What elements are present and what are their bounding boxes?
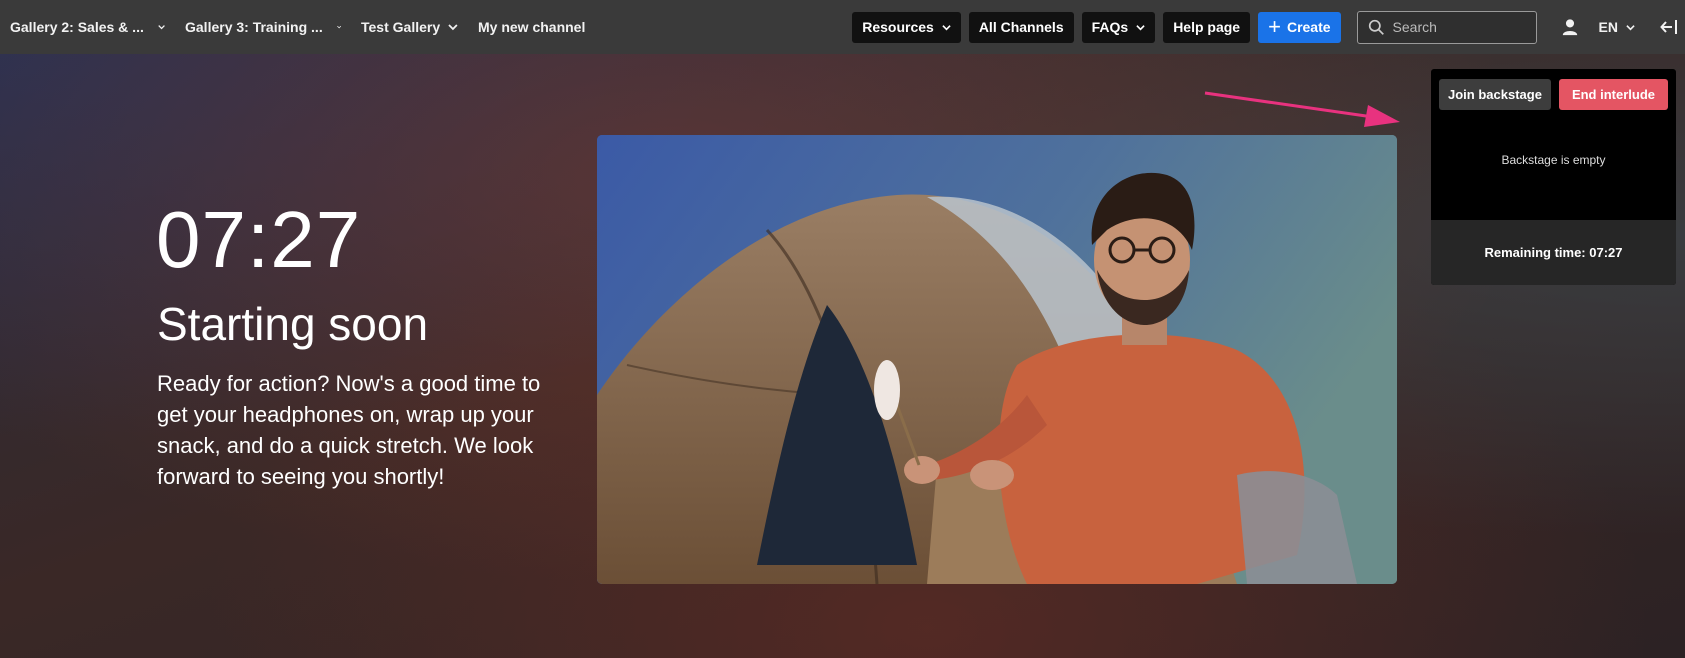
nav-item-label: Test Gallery — [361, 19, 441, 35]
search-input[interactable] — [1392, 19, 1523, 35]
language-label: EN — [1598, 19, 1618, 35]
search-icon — [1368, 19, 1384, 35]
chevron-down-icon — [942, 24, 951, 30]
nav-item-gallery-3[interactable]: Gallery 3: Training ... — [175, 0, 351, 54]
chevron-down-icon — [336, 25, 341, 29]
nav-item-label: Gallery 3: Training ... — [185, 19, 323, 35]
chevron-down-icon — [1136, 24, 1145, 30]
top-navigation-bar: Gallery 2: Sales & ... Gallery 3: Traini… — [0, 0, 1685, 54]
plus-icon: + — [1268, 14, 1281, 39]
help-page-button[interactable]: Help page — [1163, 11, 1251, 43]
create-button[interactable]: + Create — [1258, 11, 1341, 43]
interlude-headline: Starting soon — [157, 298, 429, 350]
backstage-actions: Join backstage End interlude — [1431, 69, 1676, 110]
chevron-down-icon — [158, 25, 165, 30]
resources-label: Resources — [862, 19, 934, 35]
backstage-panel: Join backstage End interlude Backstage i… — [1431, 69, 1676, 285]
video-frame-illustration — [597, 135, 1397, 584]
all-channels-button[interactable]: All Channels — [968, 11, 1074, 43]
chevron-down-icon — [1626, 24, 1635, 30]
interlude-message: Ready for action? Now's a good time to g… — [157, 371, 541, 489]
nav-item-label: Gallery 2: Sales & ... — [10, 19, 144, 35]
end-interlude-button[interactable]: End interlude — [1558, 79, 1668, 110]
join-backstage-button[interactable]: Join backstage — [1439, 79, 1551, 110]
nav-item-test-gallery[interactable]: Test Gallery — [351, 0, 468, 54]
help-page-label: Help page — [1173, 19, 1241, 35]
nav-item-gallery-2[interactable]: Gallery 2: Sales & ... — [0, 0, 175, 54]
nav-actions: Resources All Channels FAQs Help page + … — [852, 0, 1685, 54]
all-channels-label: All Channels — [978, 19, 1064, 35]
faqs-button[interactable]: FAQs — [1081, 11, 1156, 43]
pointer-arrow — [1204, 91, 1400, 127]
countdown-timer: 07:27 — [156, 195, 362, 284]
nav-item-label: My new channel — [478, 19, 586, 35]
faqs-label: FAQs — [1091, 19, 1129, 35]
remaining-time: Remaining time: 07:27 — [1431, 220, 1676, 285]
backstage-empty-message: Backstage is empty — [1501, 153, 1606, 167]
interlude-video[interactable] — [597, 135, 1397, 584]
resources-button[interactable]: Resources — [852, 11, 961, 43]
nav-gallery-list: Gallery 2: Sales & ... Gallery 3: Traini… — [0, 0, 595, 54]
user-icon[interactable] — [1561, 18, 1579, 36]
chevron-down-icon — [448, 24, 458, 31]
nav-item-my-new-channel[interactable]: My new channel — [468, 0, 595, 54]
create-label: Create — [1286, 19, 1331, 35]
language-selector[interactable]: EN — [1599, 19, 1635, 35]
search-box[interactable] — [1356, 10, 1537, 44]
collapse-sidebar-icon[interactable] — [1659, 17, 1679, 37]
